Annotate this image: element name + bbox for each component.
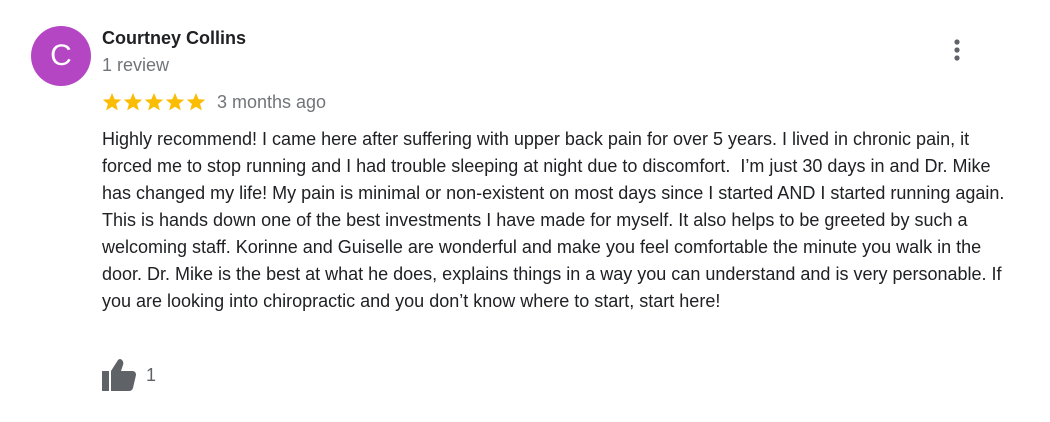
rating-row: 3 months ago xyxy=(102,90,326,114)
more-options-button[interactable] xyxy=(941,34,973,66)
like-count: 1 xyxy=(146,364,157,385)
reviewer-name[interactable]: Courtney Collins xyxy=(102,28,246,49)
like-button[interactable]: 1 xyxy=(101,358,156,392)
star-icon xyxy=(123,93,143,111)
star-icon xyxy=(165,93,185,111)
star-icon xyxy=(102,93,122,111)
review-text: Highly recommend! I came here after suff… xyxy=(102,129,1010,311)
thumbs-up-icon xyxy=(102,359,136,391)
star-icon xyxy=(144,93,164,111)
avatar[interactable]: C xyxy=(31,26,91,86)
review-count: 1 review xyxy=(102,55,170,75)
review-date: 3 months ago xyxy=(217,91,327,112)
more-vert-icon xyxy=(954,39,960,61)
star-icon xyxy=(186,93,206,111)
star-rating xyxy=(102,92,206,112)
avatar-initial: C xyxy=(50,39,72,72)
review-card: C Courtney Collins 1 review 3 months ago… xyxy=(0,0,1050,422)
